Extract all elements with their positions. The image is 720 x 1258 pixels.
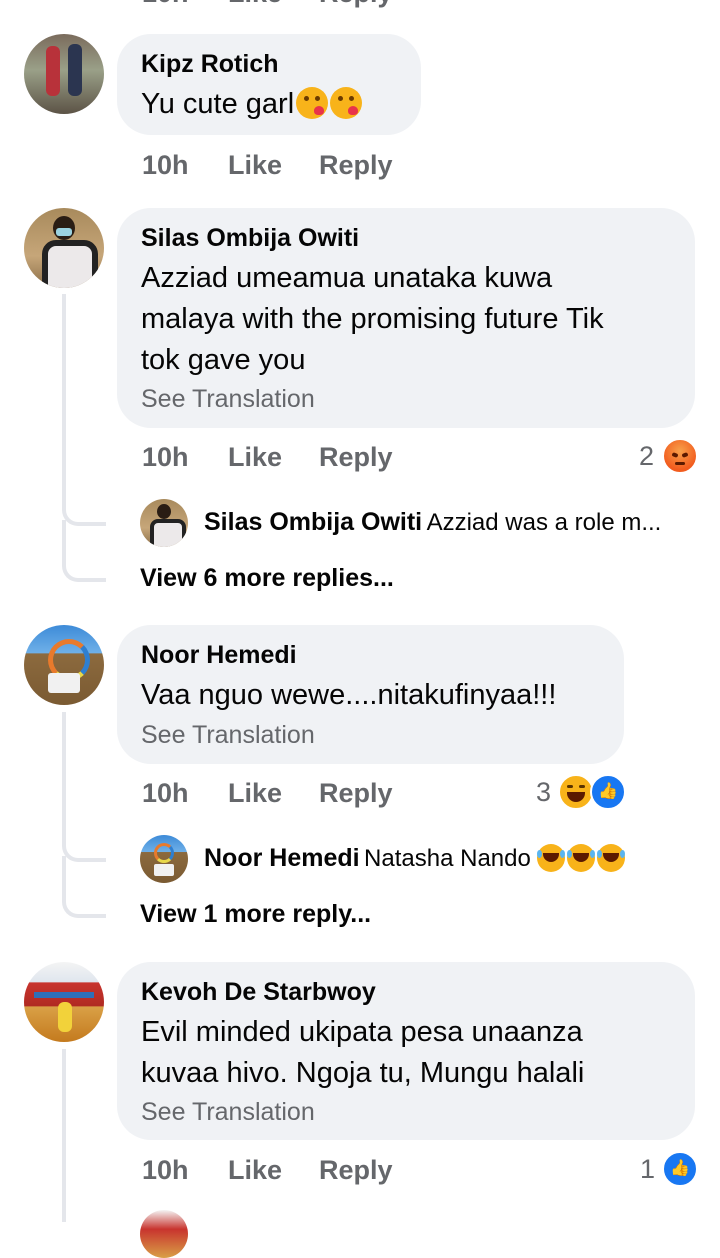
thread-line	[62, 712, 66, 840]
reply-avatar[interactable]	[140, 499, 188, 547]
avatar-kipz-rotich[interactable]	[24, 34, 104, 114]
like-button[interactable]: Like	[228, 1155, 282, 1186]
reaction-count[interactable]: 3	[536, 777, 551, 808]
comment-text-line: tok gave you	[141, 344, 306, 376]
thread-line	[62, 1049, 66, 1222]
reply-text: Natasha Nando	[364, 845, 531, 872]
partial-reply-button[interactable]: Reply	[319, 0, 393, 9]
avatar-silas-ombija-owiti[interactable]	[24, 208, 104, 288]
reply-preview[interactable]: Noor Hemedi Natasha Nando	[204, 844, 704, 873]
comment-time: 10h	[142, 778, 189, 808]
reply-button[interactable]: Reply	[319, 442, 393, 473]
thread-connector	[62, 856, 106, 918]
avatar-noor-hemedi[interactable]	[24, 625, 104, 705]
comment-text-line: malaya with the promising future Tik	[141, 303, 604, 335]
reply-author[interactable]: Noor Hemedi	[204, 844, 360, 872]
comment-text-line: Azziad umeamua unataka kuwa	[141, 262, 553, 294]
comment-time: 10h	[142, 1155, 189, 1185]
like-button[interactable]: Like	[228, 778, 282, 809]
like-reaction-icon[interactable]: 👍	[662, 1151, 698, 1187]
comment-time: 10h	[142, 150, 189, 180]
thread-connector	[62, 520, 106, 582]
comment-author[interactable]: Kevoh De Starbwoy	[141, 978, 376, 1007]
reaction-count[interactable]: 2	[639, 441, 654, 472]
avatar-kevoh-de-starbwoy[interactable]	[24, 962, 104, 1042]
reply-button[interactable]: Reply	[319, 150, 393, 181]
like-button[interactable]: Like	[228, 442, 282, 473]
laughing-emoji-icon	[537, 844, 566, 872]
partial-like-button[interactable]: Like	[228, 0, 282, 9]
reaction-count[interactable]: 1	[640, 1154, 655, 1185]
reply-avatar[interactable]	[140, 835, 188, 883]
reply-preview[interactable]: Silas Ombija Owiti Azziad was a role m..…	[204, 508, 694, 537]
reply-author[interactable]: Silas Ombija Owiti	[204, 508, 422, 536]
reply-avatar[interactable]	[140, 1210, 188, 1258]
laughing-emoji-icon	[597, 844, 626, 872]
reply-button[interactable]: Reply	[319, 778, 393, 809]
kiss-emoji-icon	[330, 87, 363, 119]
see-translation-link[interactable]: See Translation	[141, 721, 315, 750]
comment-text-line: kuvaa hivo. Ngoja tu, Mungu halali	[141, 1057, 585, 1089]
haha-reaction-icon[interactable]	[558, 774, 594, 810]
thread-line	[62, 294, 66, 504]
like-reaction-icon[interactable]: 👍	[590, 774, 626, 810]
like-button[interactable]: Like	[228, 150, 282, 181]
comment-text: Vaa nguo wewe....nitakufinyaa!!!	[141, 679, 557, 711]
comment-time: 10h	[142, 442, 189, 472]
comment-author[interactable]: Silas Ombija Owiti	[141, 224, 359, 253]
comment-author[interactable]: Noor Hemedi	[141, 641, 297, 670]
angry-reaction-icon[interactable]	[662, 438, 698, 474]
comment-text: Yu cute garl	[141, 84, 363, 125]
partial-time: 10h	[142, 0, 189, 9]
view-more-replies[interactable]: View 1 more reply...	[140, 900, 371, 929]
see-translation-link[interactable]: See Translation	[141, 1098, 315, 1127]
reply-text: Azziad was a role m...	[426, 509, 662, 536]
reply-button[interactable]: Reply	[319, 1155, 393, 1186]
laughing-emoji-icon	[567, 844, 596, 872]
view-more-replies[interactable]: View 6 more replies...	[140, 564, 394, 593]
comment-text-line: Evil minded ukipata pesa unaanza	[141, 1016, 583, 1048]
comment-author[interactable]: Kipz Rotich	[141, 50, 279, 79]
see-translation-link[interactable]: See Translation	[141, 385, 315, 414]
kiss-emoji-icon	[296, 87, 329, 119]
